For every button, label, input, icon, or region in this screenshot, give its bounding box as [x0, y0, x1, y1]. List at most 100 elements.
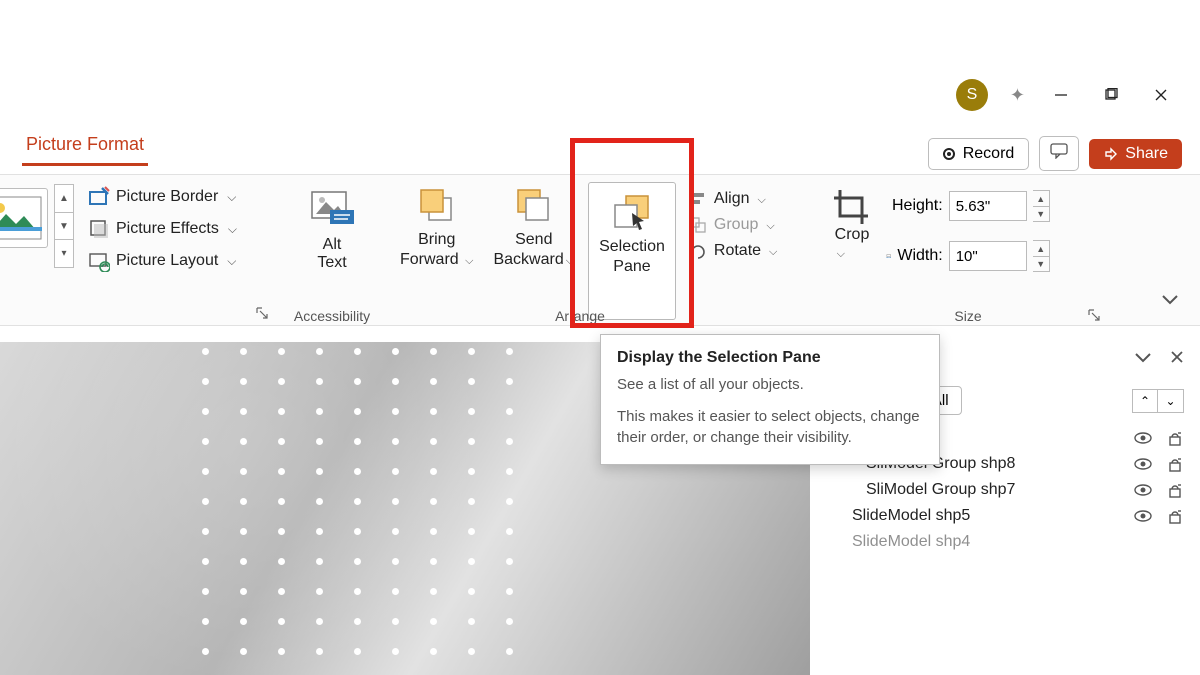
- selection-pane-button[interactable]: Selection Pane: [588, 182, 676, 320]
- bring-forward-label2: Forward: [400, 251, 459, 268]
- copilot-icon[interactable]: ✦: [1010, 85, 1025, 106]
- picture-effects-label: Picture Effects: [116, 220, 219, 238]
- object-name: SlideModel shp4: [844, 533, 1184, 551]
- alt-text-icon: [308, 190, 356, 230]
- bring-forward-label1: Bring: [418, 231, 455, 248]
- eye-icon[interactable]: [1134, 481, 1152, 499]
- height-row: Height: ▲▼: [886, 190, 1050, 222]
- group-icon: [688, 216, 708, 234]
- height-input[interactable]: [949, 191, 1027, 221]
- ribbon-collapse-button[interactable]: [1160, 292, 1180, 311]
- send-backward-button[interactable]: Send Backward: [483, 176, 584, 326]
- lock-icon[interactable]: [1166, 507, 1184, 525]
- selection-pane-label1: Selection: [599, 238, 665, 255]
- lock-icon[interactable]: [1166, 455, 1184, 473]
- comments-button[interactable]: [1039, 136, 1079, 171]
- gallery-spinner[interactable]: ▲ ▼ ▾: [54, 184, 74, 268]
- send-backward-label2: Backward: [493, 251, 563, 268]
- arrange-group-label: Arrange: [370, 308, 790, 324]
- width-row: Width: ▲▼: [886, 240, 1050, 272]
- eye-icon[interactable]: [1134, 507, 1152, 525]
- action-row: Record Share: [928, 136, 1182, 171]
- size-group-label: Size: [828, 308, 1108, 324]
- group-label: Group: [714, 216, 758, 234]
- size-dialog-launcher[interactable]: [1088, 308, 1102, 322]
- tab-picture-format[interactable]: Picture Format: [22, 128, 148, 166]
- crop-label: Crop: [835, 226, 870, 243]
- tooltip-line2: This makes it easier to select objects, …: [617, 407, 923, 448]
- selection-pane-tooltip: Display the Selection Pane See a list of…: [600, 334, 940, 465]
- crop-icon: [830, 186, 874, 226]
- picture-layout-button[interactable]: Picture Layout: [88, 250, 237, 272]
- height-label: Height:: [892, 197, 943, 215]
- picture-layout-label: Picture Layout: [116, 252, 218, 270]
- share-label: Share: [1125, 145, 1168, 163]
- avatar[interactable]: S: [956, 79, 988, 111]
- arrange-group: BringForward SendBackward SelectionPane …: [390, 176, 785, 326]
- group-button: Group: [688, 216, 777, 234]
- slide-dot-pattern: [198, 342, 548, 675]
- selection-pane-label2: Pane: [613, 258, 650, 275]
- list-item[interactable]: SlideModel shp5: [844, 507, 1184, 525]
- picture-border-label: Picture Border: [116, 188, 218, 206]
- move-down-button[interactable]: ⌄: [1158, 389, 1184, 413]
- picture-style-gallery[interactable]: [0, 188, 48, 248]
- eye-icon[interactable]: [1134, 429, 1152, 447]
- list-item[interactable]: SliModel Group shp7: [844, 481, 1184, 499]
- gallery-up-icon[interactable]: ▲: [54, 184, 74, 213]
- bring-forward-button[interactable]: Bring Forward: [390, 176, 483, 326]
- picture-border-icon: [88, 186, 110, 208]
- object-name: SlideModel shp5: [844, 507, 1134, 525]
- picture-border-button[interactable]: Picture Border: [88, 186, 237, 208]
- send-backward-icon: [512, 186, 556, 226]
- record-dot-icon: [943, 148, 955, 160]
- move-up-button[interactable]: ⌃: [1132, 389, 1158, 413]
- bring-forward-icon: [415, 186, 459, 226]
- rotate-label: Rotate: [714, 242, 761, 260]
- selection-pane-collapse-icon[interactable]: [1134, 344, 1152, 370]
- close-button[interactable]: [1147, 81, 1175, 109]
- record-button[interactable]: Record: [928, 138, 1030, 170]
- selection-pane-icon: [610, 193, 654, 233]
- list-item[interactable]: SlideModel shp4: [844, 533, 1184, 551]
- rotate-button[interactable]: Rotate: [688, 242, 777, 260]
- picture-effects-button[interactable]: Picture Effects: [88, 218, 237, 240]
- picture-styles-dialog-launcher[interactable]: [256, 306, 270, 320]
- alt-text-button[interactable]: AltText: [278, 176, 386, 272]
- minimize-button[interactable]: [1047, 81, 1075, 109]
- height-spinner[interactable]: ▲▼: [1033, 190, 1050, 222]
- align-icon: [688, 190, 708, 208]
- reorder-buttons: ⌃ ⌄: [1132, 389, 1184, 413]
- tooltip-line1: See a list of all your objects.: [617, 375, 923, 395]
- align-button[interactable]: Align: [688, 190, 777, 208]
- send-backward-label1: Send: [515, 231, 552, 248]
- lock-icon[interactable]: [1166, 429, 1184, 447]
- width-spinner[interactable]: ▲▼: [1033, 240, 1050, 272]
- alt-text-label1: Alt: [323, 236, 342, 253]
- rotate-icon: [688, 242, 708, 260]
- alt-text-label2: Text: [317, 254, 346, 271]
- dimension-inputs: Height: ▲▼ Width: ▲▼: [886, 176, 1050, 272]
- gallery-down-icon[interactable]: ▼: [54, 213, 74, 241]
- arrange-right-column: Align Group Rotate: [680, 176, 785, 326]
- share-button[interactable]: Share: [1089, 139, 1182, 169]
- crop-button[interactable]: Crop: [818, 176, 886, 262]
- record-label: Record: [963, 145, 1015, 163]
- selection-pane-close-icon[interactable]: [1170, 344, 1184, 370]
- picture-layout-icon: [88, 250, 110, 272]
- ribbon-tab-strip: Picture Format: [22, 128, 148, 166]
- maximize-button[interactable]: [1097, 81, 1125, 109]
- accessibility-group: AltText Accessibility: [278, 176, 386, 326]
- width-input[interactable]: [949, 241, 1027, 271]
- picture-effects-icon: [88, 218, 110, 240]
- align-label: Align: [714, 190, 750, 208]
- eye-icon[interactable]: [1134, 455, 1152, 473]
- tooltip-title: Display the Selection Pane: [617, 349, 923, 367]
- width-icon: [886, 254, 891, 259]
- window-titlebar: S ✦: [0, 70, 1200, 120]
- object-name: SliModel Group shp7: [844, 481, 1134, 499]
- size-group: Crop Height: ▲▼ Width: ▲▼ Size: [818, 176, 1050, 326]
- gallery-more-icon[interactable]: ▾: [54, 240, 74, 268]
- lock-icon[interactable]: [1166, 481, 1184, 499]
- picture-style-options: Picture Border Picture Effects Picture L…: [88, 186, 237, 272]
